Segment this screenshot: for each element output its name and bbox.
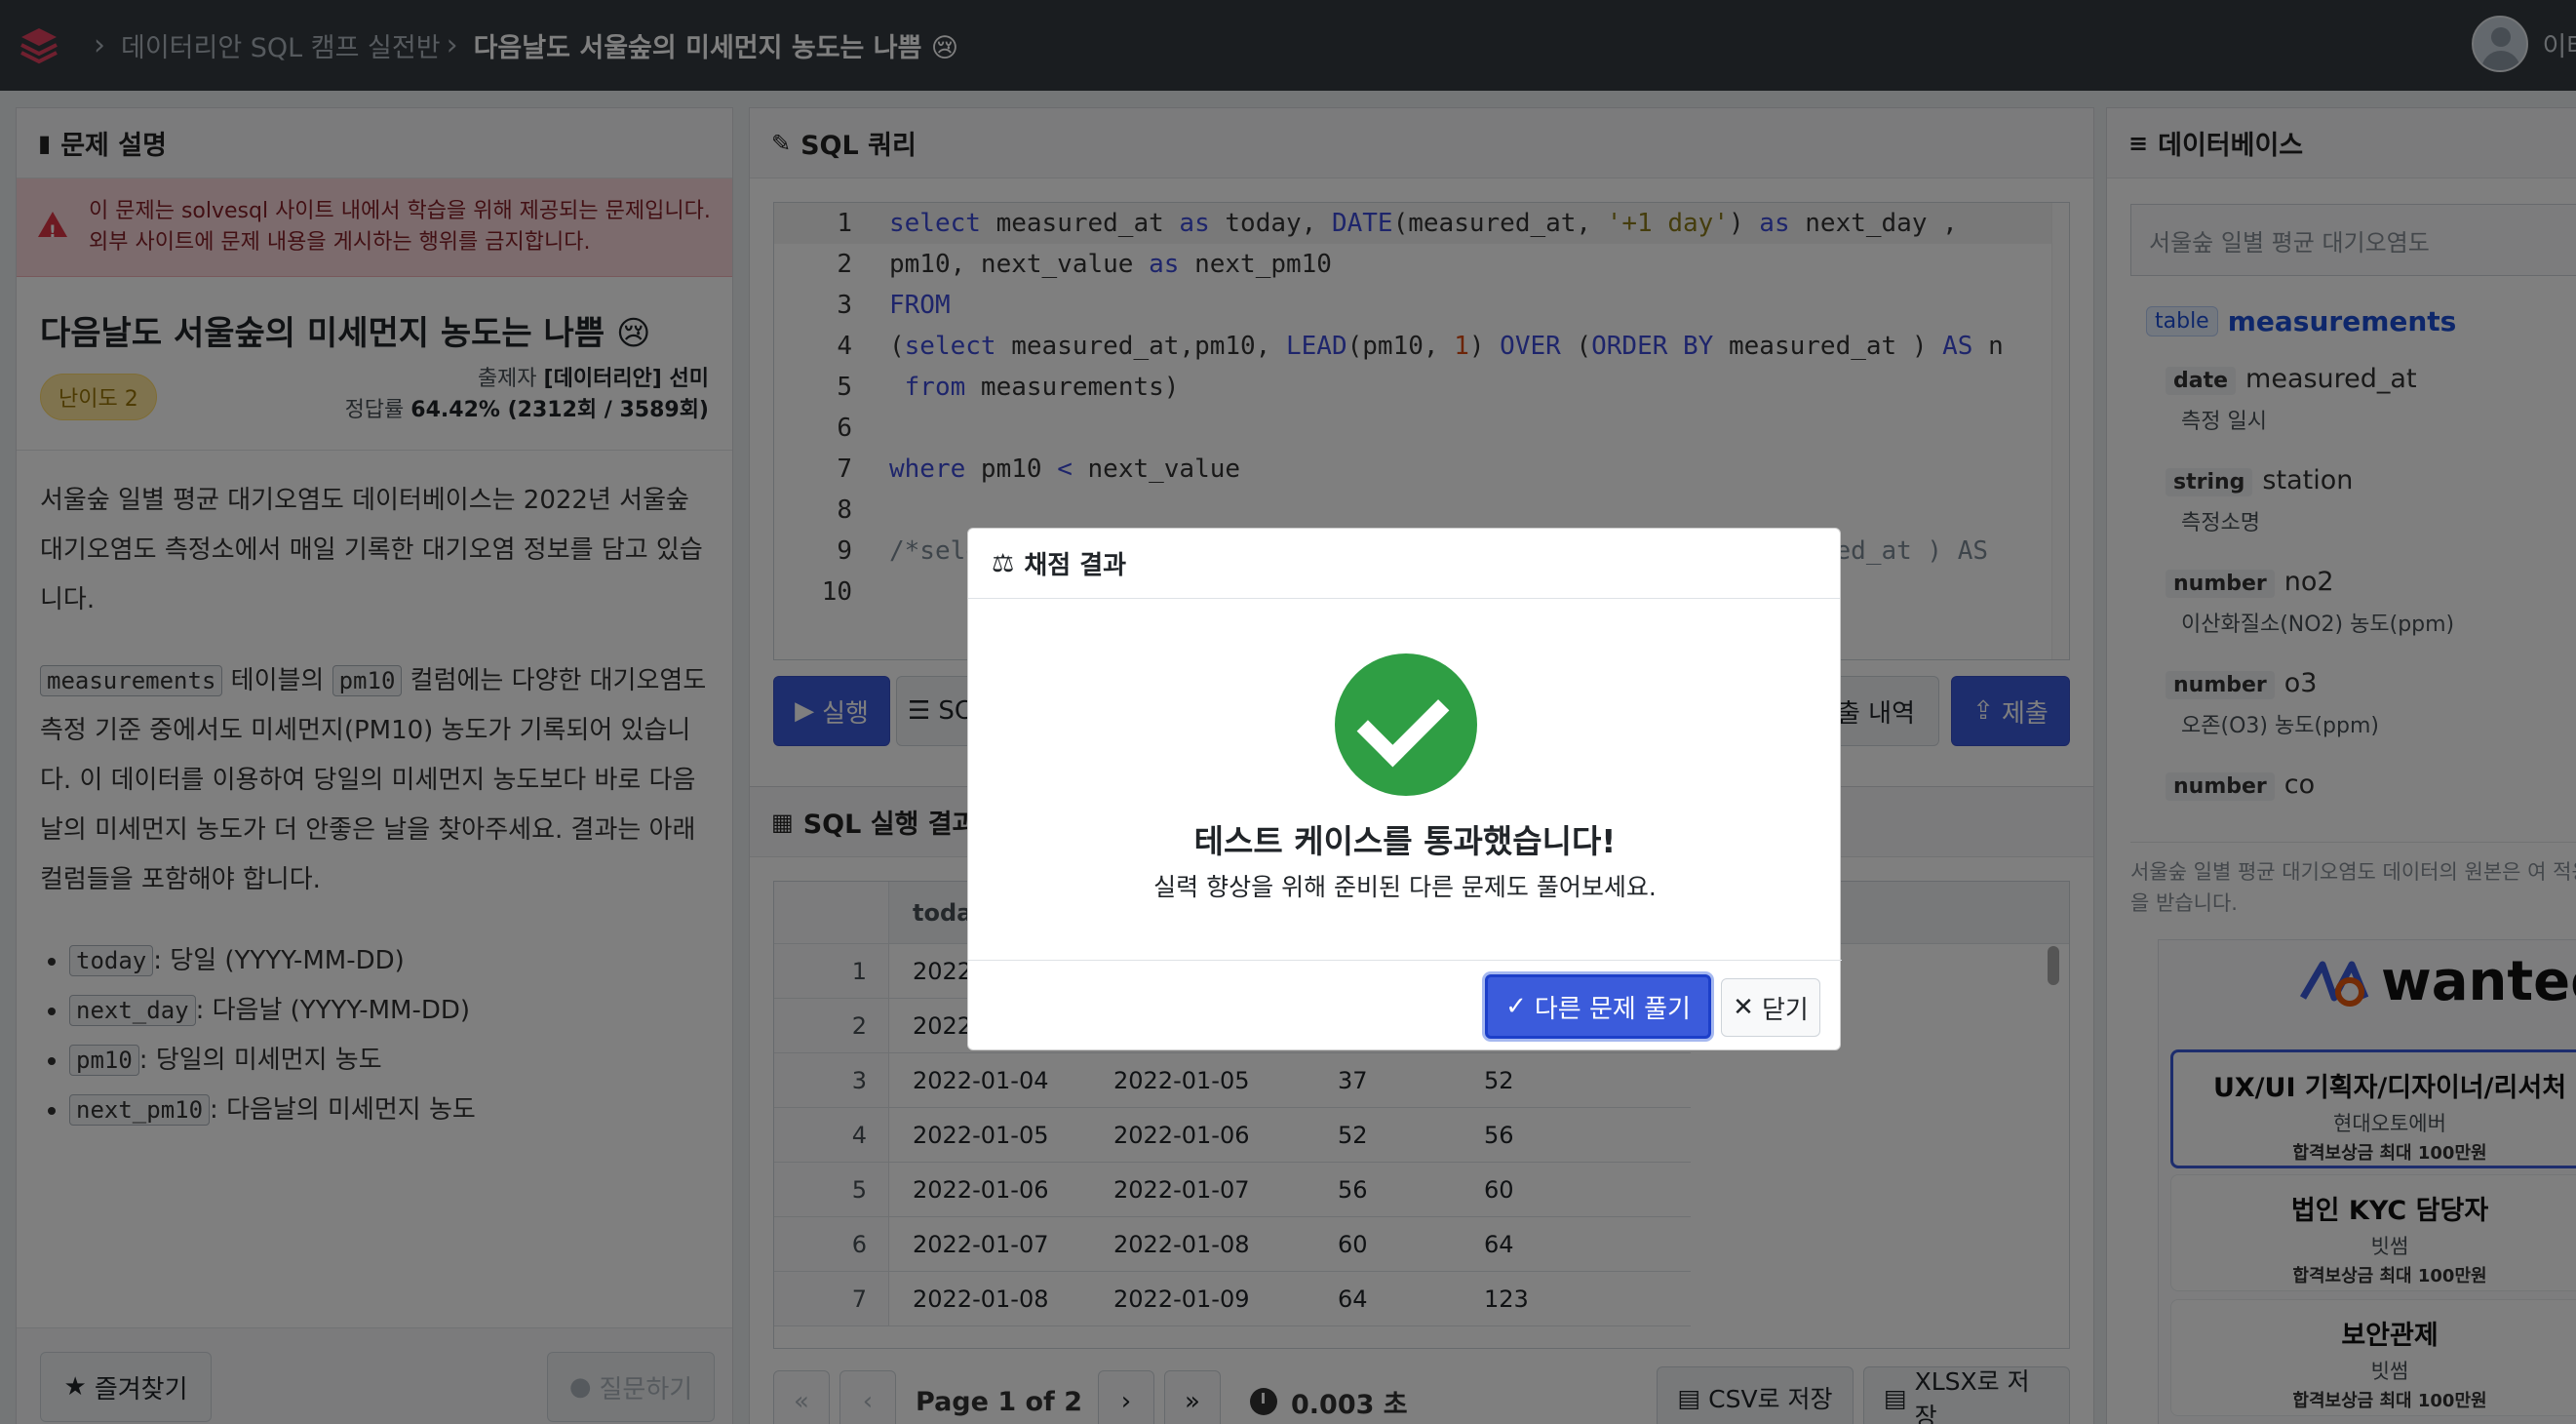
modal-subtitle: 실력 향상을 위해 준비된 다른 문제도 풀어보세요. (1153, 873, 1657, 901)
close-label: 닫기 (1761, 995, 1809, 1025)
modal-title: 테스트 케이스를 통과했습니다! (1193, 822, 1617, 860)
close-button[interactable]: ✕ 닫기 (1721, 978, 1820, 1037)
scale-icon: ⚖ (992, 548, 1015, 578)
close-icon: ✕ (1733, 993, 1754, 1022)
check-icon: ✓ (1505, 992, 1527, 1021)
success-check-icon (1335, 653, 1477, 796)
grading-result-modal: ⚖ 채점 결과 테스트 케이스를 통과했습니다! 실력 향상을 위해 준비된 다… (967, 528, 1842, 1051)
other-problem-button[interactable]: ✓ 다른 문제 풀기 (1485, 974, 1711, 1039)
modal-header: ⚖ 채점 결과 (968, 529, 1840, 599)
modal-header-title: 채점 결과 (1024, 551, 1127, 580)
other-problem-label: 다른 문제 풀기 (1534, 994, 1691, 1024)
modal-footer: ✓ 다른 문제 풀기 ✕ 닫기 (968, 960, 1842, 1051)
